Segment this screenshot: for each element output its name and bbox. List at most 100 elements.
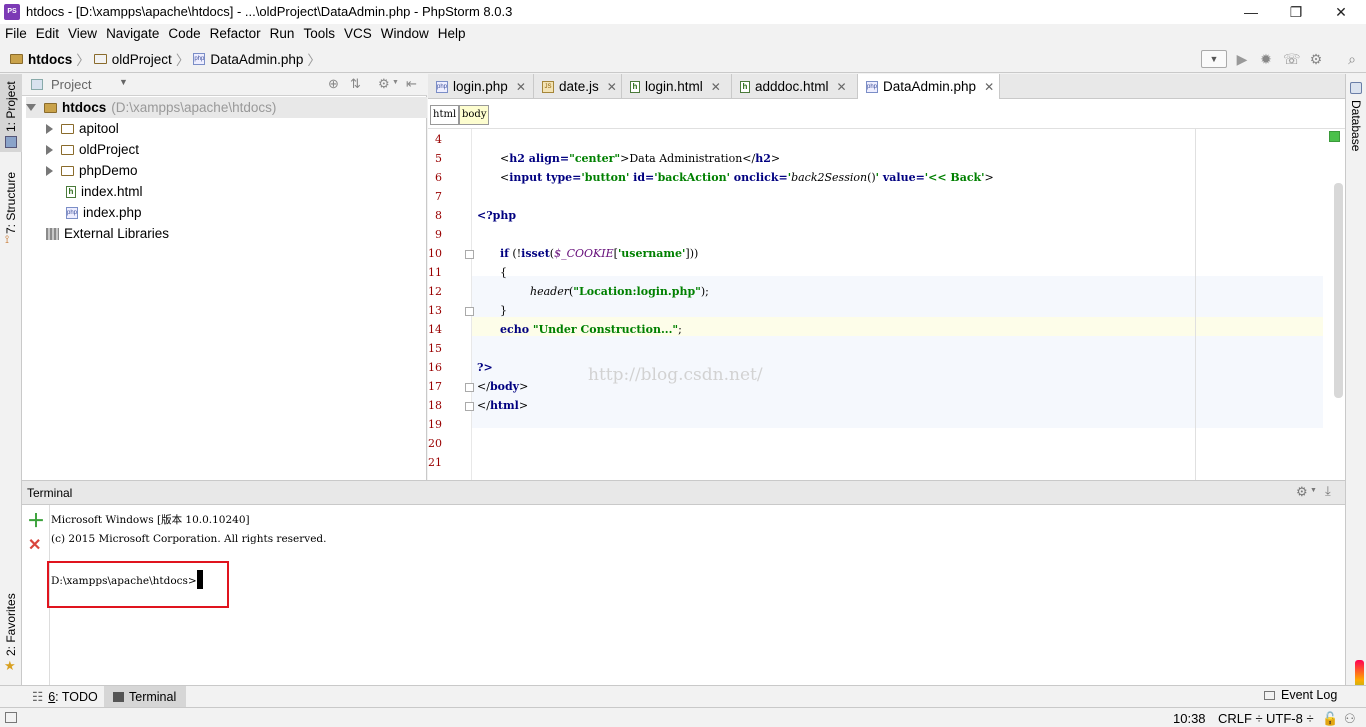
breadcrumb-dataadmin[interactable]: DataAdmin.php [210, 52, 303, 67]
bottom-tool-tabs: ☷ 6: TODO Terminal Event Log [0, 685, 1366, 707]
chevron-right-icon: 〉 [307, 53, 321, 68]
hide-panel-icon[interactable]: ⤓ [1325, 483, 1331, 499]
tool-tab-event-log[interactable]: Event Log [1264, 688, 1337, 702]
toggle-tool-windows-icon[interactable] [5, 712, 17, 723]
caret-position[interactable]: 10:38 [1173, 711, 1206, 726]
tab-adddoc-html[interactable]: h adddoc.html ✕ [732, 74, 858, 99]
php-file-icon: php [66, 206, 78, 219]
terminal-tab-label: Terminal [129, 689, 177, 704]
menu-tools[interactable]: Tools [298, 24, 339, 41]
collapse-all-icon[interactable]: ⇅ [350, 76, 361, 92]
line-number: 12 [428, 285, 442, 298]
listen-debug-icon[interactable]: ☏ [1283, 51, 1301, 67]
folder-icon [93, 54, 107, 64]
tree-root[interactable]: htdocs (D:\xampps\apache\htdocs) [26, 97, 427, 118]
code-token: < [500, 171, 510, 184]
tree-item-external-libraries[interactable]: External Libraries [46, 223, 169, 244]
gear-icon[interactable]: ⚙ [378, 76, 390, 92]
close-window-button[interactable]: ✕ [1326, 2, 1356, 22]
restore-button[interactable]: ❐ [1281, 2, 1311, 22]
code-token: header [530, 285, 569, 298]
tree-item-index-php[interactable]: php index.php [66, 202, 142, 223]
gear-icon[interactable]: ⚙ [1296, 484, 1308, 500]
project-view-selector[interactable]: Project ▼ [27, 77, 128, 93]
close-session-icon[interactable]: ✕ [28, 535, 41, 555]
tool-tab-structure[interactable]: 7: Structure [4, 172, 18, 234]
line-number: 4 [435, 133, 442, 146]
tab-dataadmin-php[interactable]: php DataAdmin.php ✕ [858, 74, 1000, 99]
line-number: 13 [428, 304, 442, 317]
project-panel-header: Project ▼ ⊕ ⇅ ⚙ ▼ ⇤ [22, 74, 427, 96]
terminal-title: Terminal [27, 486, 73, 500]
tab-date-js[interactable]: JS date.js ✕ [534, 74, 622, 99]
editor-breadcrumb-bar: html body [428, 99, 1345, 129]
close-tab-icon[interactable]: ✕ [516, 80, 526, 94]
tool-tab-project[interactable]: 1: Project [4, 81, 18, 132]
line-separator[interactable]: CRLF ÷ [1218, 711, 1263, 726]
tab-label: login.html [645, 79, 703, 94]
inspection-ok-icon[interactable] [1329, 131, 1340, 142]
code-area[interactable]: <h2 align="center">Data Administration</… [472, 129, 1352, 480]
locate-icon[interactable]: ⊕ [328, 76, 339, 92]
gear-dropdown-icon[interactable]: ▼ [392, 79, 399, 86]
tool-tab-database[interactable]: Database [1349, 100, 1363, 151]
close-tab-icon[interactable]: ✕ [837, 80, 847, 94]
html-file-icon: h [630, 80, 640, 93]
folder-icon [61, 123, 74, 134]
menu-window[interactable]: Window [376, 24, 433, 41]
tree-item-label: phpDemo [79, 163, 138, 178]
tree-item-apitool[interactable]: apitool [46, 118, 119, 139]
settings-icon[interactable]: ⚙ [1308, 51, 1324, 67]
code-line-13: } [500, 304, 507, 317]
close-tab-icon[interactable]: ✕ [607, 80, 617, 94]
window-title: htdocs - [D:\xampps\apache\htdocs] - ...… [26, 4, 513, 19]
tool-tab-todo[interactable]: ☷ 6: TODO [22, 686, 102, 707]
menu-code[interactable]: Code [163, 24, 204, 41]
tree-item-oldproject[interactable]: oldProject [46, 139, 139, 160]
tree-item-phpdemo[interactable]: phpDemo [46, 160, 138, 181]
project-view-icon [31, 79, 43, 90]
menu-navigate[interactable]: Navigate [101, 24, 163, 41]
new-session-icon[interactable]: ＋ [27, 507, 45, 533]
tree-item-index-html[interactable]: h index.html [66, 181, 143, 202]
line-number: 6 [435, 171, 442, 184]
code-line-5: <h2 align="center">Data Administration</… [500, 152, 780, 165]
lock-icon[interactable]: 🔓 [1322, 711, 1338, 727]
debug-icon[interactable]: ✹ [1258, 51, 1274, 67]
menu-view[interactable]: View [63, 24, 101, 41]
breadcrumb-oldproject[interactable]: oldProject [112, 52, 172, 67]
tool-tab-favorites[interactable]: 2: Favorites [4, 593, 18, 656]
editor-breadcrumb-body[interactable]: body [459, 105, 490, 125]
file-encoding[interactable]: UTF-8 ÷ [1266, 711, 1314, 726]
code-token: 'button' [581, 171, 630, 184]
menu-run[interactable]: Run [265, 24, 299, 41]
menu-edit[interactable]: Edit [31, 24, 63, 41]
folder-icon [44, 102, 57, 113]
gear-dropdown-icon[interactable]: ▼ [1310, 487, 1317, 494]
editor-breadcrumb-html[interactable]: html [430, 105, 460, 125]
close-tab-icon[interactable]: ✕ [711, 80, 721, 94]
tab-label: login.php [453, 79, 508, 94]
line-number: 5 [435, 152, 442, 165]
run-icon[interactable]: ▶ [1234, 51, 1250, 67]
minimize-button[interactable]: — [1236, 2, 1266, 22]
structure-icon: ⟟ [5, 234, 10, 246]
tab-login-html[interactable]: h login.html ✕ [622, 74, 732, 99]
breadcrumb-htdocs[interactable]: htdocs [28, 52, 72, 67]
menu-vcs[interactable]: VCS [339, 24, 376, 41]
hide-panel-icon[interactable]: ⇤ [406, 76, 417, 92]
menu-file[interactable]: File [0, 24, 31, 41]
inspector-icon[interactable]: ⚇ [1344, 711, 1356, 727]
search-icon[interactable]: ⌕ [1344, 51, 1360, 67]
menu-refactor[interactable]: Refactor [205, 24, 265, 41]
run-config-dropdown[interactable]: ▼ [1201, 50, 1227, 68]
editor-scrollbar[interactable] [1334, 183, 1343, 398]
highlight-box [47, 561, 229, 608]
code-token: value= [879, 171, 925, 184]
menu-help[interactable]: Help [433, 24, 470, 41]
tool-tab-terminal[interactable]: Terminal [104, 686, 186, 707]
menu-bar: File Edit View Navigate Code Refactor Run Tools… [0, 24, 1366, 44]
collapsed-arrow-icon [46, 123, 53, 134]
tab-login-php[interactable]: php login.php ✕ [428, 74, 534, 99]
close-tab-icon[interactable]: ✕ [984, 80, 994, 94]
